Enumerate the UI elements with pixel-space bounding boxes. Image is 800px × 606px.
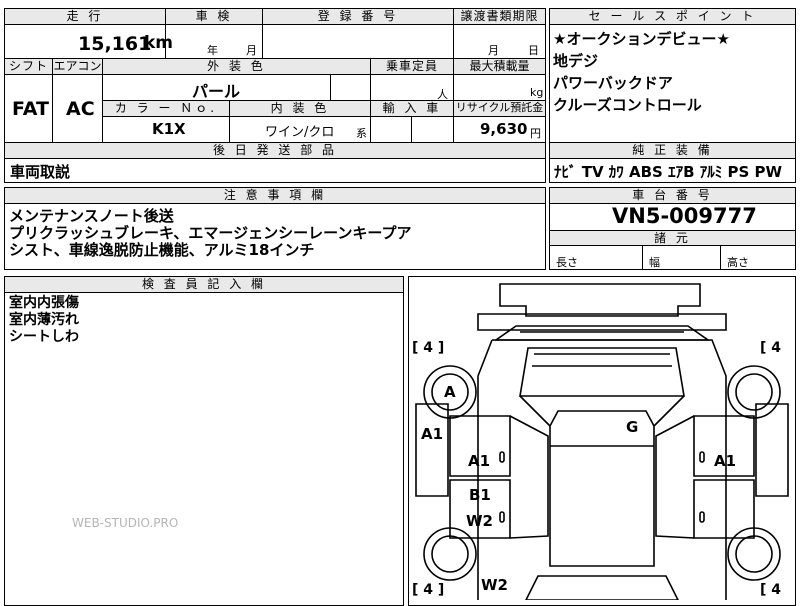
note-line: メンテナンスノート後送 [9, 207, 174, 225]
transfer-month: 月 [488, 44, 499, 57]
damage-mark-left-rear-door: B1 [469, 486, 491, 504]
inspector-note-line: 室内薄汚れ [9, 312, 79, 328]
inspection-year: 年 [207, 44, 218, 57]
header-max-load: 最大積載量 [454, 59, 545, 74]
tire-condition-rear-left: [ 4 ] [412, 582, 445, 598]
sales-points-header: セ ー ル ス ポ イ ン ト [550, 9, 795, 24]
equipment-header: 純 正 装 備 [550, 143, 795, 158]
header-recycle: リサイクル預託金 [454, 101, 545, 116]
inspector-note-line: 室内内張傷 [9, 295, 79, 311]
tire-condition-front-left: [ 4 ] [412, 340, 445, 356]
header-interior-color: 内 装 色 [230, 101, 370, 116]
header-registration: 登 録 番 号 [263, 9, 453, 24]
max-load-unit: kg [530, 86, 544, 99]
spec-width-label: 幅 [649, 256, 660, 269]
header-exterior-color: 外 装 色 [103, 59, 370, 74]
watermark-text: WEB-STUDIO.PRO [72, 516, 179, 530]
aircon-value: AC [66, 98, 95, 120]
recycle-unit: 円 [530, 127, 541, 140]
damage-mark-left-rear-window: W2 [466, 512, 493, 530]
tire-condition-rear-right: [ 4 [760, 582, 782, 598]
parts-later-value: 車両取説 [10, 163, 71, 181]
specs-header: 諸 元 [550, 231, 795, 245]
tire-condition-front-right: [ 4 [760, 340, 782, 356]
transfer-day: 日 [528, 44, 539, 57]
inspection-month: 月 [246, 44, 257, 57]
note-line: プリクラッシュブレーキ、エマージェンシーレーンキープア [9, 224, 412, 242]
header-color-no: カ ラ ー Ｎｏ. [103, 101, 229, 116]
inspector-notes: 室内内張傷 室内薄汚れ シートしわ [9, 295, 79, 346]
notes-list: メンテナンスノート後送 プリクラッシュブレーキ、エマージェンシーレーンキープア … [9, 208, 411, 259]
damage-mark-right-front-door: A1 [714, 452, 737, 470]
spec-length-label: 長さ [556, 256, 578, 269]
color-no-value: K1X [152, 120, 186, 138]
chassis-number: VN5-009777 [612, 204, 757, 228]
sales-point-item: パワーバックドア [553, 74, 673, 92]
chassis-header: 車 台 番 号 [550, 188, 795, 203]
damage-mark-left-fender: A1 [421, 425, 444, 443]
equipment-value: ﾅﾋﾞ TV ｶﾜ ABS ｴｱB ｱﾙﾐ PS PW [554, 163, 783, 181]
notes-header: 注 意 事 項 欄 [5, 188, 545, 203]
damage-mark-left-front-door: A1 [468, 452, 491, 470]
car-diagram [415, 283, 789, 600]
interior-color-suffix: 系 [356, 127, 367, 140]
header-aircon: エアコン [53, 59, 102, 74]
header-transfer-deadline: 譲渡書類期限 [454, 9, 545, 24]
damage-mark-rear-window: W2 [481, 576, 508, 594]
sales-point-item: ★オークションデビュー★ [553, 30, 730, 48]
damage-mark-front-bumper-corner: A [444, 383, 456, 401]
damage-mark-roof: G [626, 418, 639, 436]
sales-points-list: ★オークションデビュー★ 地デジ パワーバックドア クルーズコントロール [553, 28, 730, 116]
header-mileage: 走 行 [5, 9, 165, 24]
mileage-unit: km [144, 33, 174, 53]
header-parts-later: 後 日 発 送 部 品 [5, 143, 545, 158]
note-line: シスト、車線逸脱防止機能、アルミ18インチ [9, 241, 315, 259]
header-import: 輸 入 車 [371, 101, 453, 116]
shift-value: FAT [12, 98, 49, 120]
exterior-color-value: パール [192, 82, 241, 101]
interior-color-value: ワイン/クロ [265, 125, 335, 140]
recycle-value: 9,630 [480, 120, 528, 138]
sales-point-item: 地デジ [553, 52, 599, 70]
header-capacity: 乗車定員 [371, 59, 453, 74]
header-shift: シフト [5, 59, 52, 74]
inspector-note-line: シートしわ [9, 329, 79, 345]
inspector-header: 検 査 員 記 入 欄 [5, 277, 403, 292]
spec-height-label: 高さ [727, 256, 749, 269]
header-inspection: 車 検 [166, 9, 262, 24]
mileage-value: 15,161 [78, 33, 152, 55]
sales-point-item: クルーズコントロール [553, 96, 702, 114]
